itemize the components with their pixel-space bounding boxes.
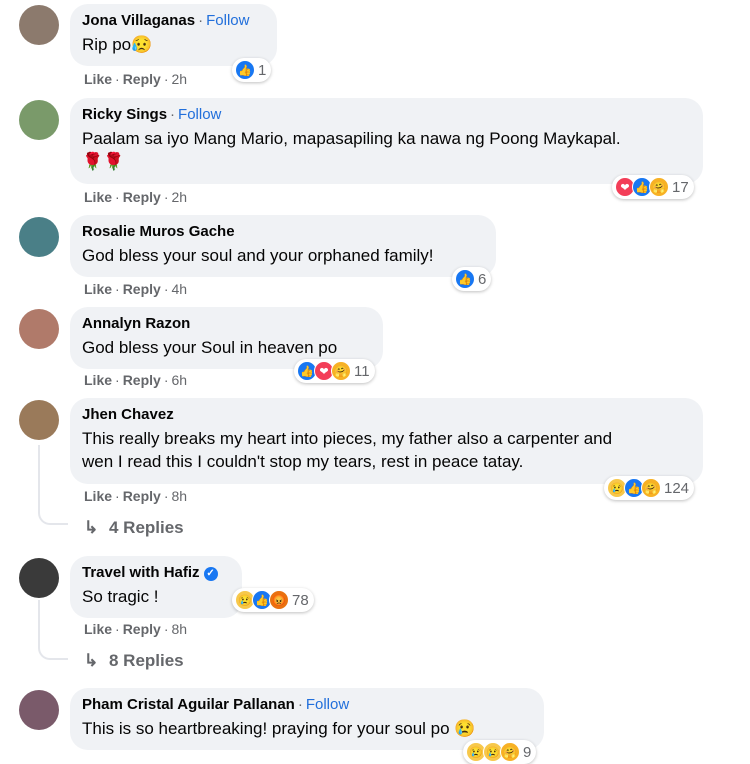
view-replies-link[interactable]: ↳ 4 Replies bbox=[84, 518, 184, 538]
avatar[interactable] bbox=[19, 690, 59, 730]
comment-text: Rip po😥 bbox=[82, 35, 153, 54]
like-link[interactable]: Like bbox=[84, 281, 112, 297]
comment-bubble: Jhen Chavez This really breaks my heart … bbox=[70, 398, 703, 484]
comment-text: This is so heartbreaking! praying for yo… bbox=[82, 719, 476, 738]
avatar[interactable] bbox=[19, 400, 59, 440]
follow-button[interactable]: Follow bbox=[178, 106, 221, 123]
thread-curve bbox=[38, 503, 68, 525]
verified-badge-icon: ✓ bbox=[203, 567, 218, 581]
reply-link[interactable]: Reply bbox=[123, 372, 161, 388]
follow-button[interactable]: Follow bbox=[206, 12, 249, 29]
author-name[interactable]: Ricky Sings bbox=[82, 106, 167, 123]
reply-arrow-icon: ↳ bbox=[84, 518, 99, 537]
care-reaction-icon: 🤗 bbox=[641, 478, 661, 498]
comment-text: So tragic ! bbox=[82, 587, 159, 606]
angry-reaction-icon: 😡 bbox=[269, 590, 289, 610]
care-reaction-icon: 🤗 bbox=[331, 361, 351, 381]
reply-link[interactable]: Reply bbox=[123, 621, 161, 637]
avatar[interactable] bbox=[19, 100, 59, 140]
thread-line bbox=[38, 600, 40, 640]
replies-count: 4 Replies bbox=[108, 518, 184, 537]
comment-bubble: Travel with Hafiz ✓ So tragic ! bbox=[70, 556, 242, 618]
timestamp[interactable]: 8h bbox=[171, 488, 187, 504]
avatar[interactable] bbox=[19, 217, 59, 257]
reaction-summary[interactable]: 👍 ❤ 🤗 11 bbox=[294, 359, 375, 383]
reply-arrow-icon: ↳ bbox=[84, 651, 99, 670]
comment-text: God bless your Soul in heaven po bbox=[82, 338, 338, 357]
reply-link[interactable]: Reply bbox=[123, 71, 161, 87]
replies-count: 8 Replies bbox=[108, 651, 184, 670]
comment-text: God bless your soul and your orphaned fa… bbox=[82, 246, 434, 265]
like-link[interactable]: Like bbox=[84, 71, 112, 87]
author-name[interactable]: Travel with Hafiz bbox=[82, 564, 200, 581]
comment-text-emoji: 🌹🌹 bbox=[82, 152, 125, 171]
comment-text: Paalam sa iyo Mang Mario, mapasapiling k… bbox=[82, 129, 621, 148]
like-link[interactable]: Like bbox=[84, 621, 112, 637]
reaction-count: 1 bbox=[258, 61, 267, 79]
view-replies-link[interactable]: ↳ 8 Replies bbox=[84, 651, 184, 671]
follow-button[interactable]: Follow bbox=[306, 696, 349, 713]
reaction-summary[interactable]: 👍 6 bbox=[452, 267, 492, 291]
comment-text: This really breaks my heart into pieces,… bbox=[82, 429, 613, 448]
reaction-count: 124 bbox=[664, 479, 690, 497]
reaction-count: 6 bbox=[478, 270, 487, 288]
author-name[interactable]: Pham Cristal Aguilar Pallanan bbox=[82, 696, 295, 713]
thread-line bbox=[38, 445, 40, 505]
like-link[interactable]: Like bbox=[84, 372, 112, 388]
like-link[interactable]: Like bbox=[84, 189, 112, 205]
avatar[interactable] bbox=[19, 309, 59, 349]
like-link[interactable]: Like bbox=[84, 488, 112, 504]
reply-link[interactable]: Reply bbox=[123, 488, 161, 504]
author-name[interactable]: Annalyn Razon bbox=[82, 315, 190, 332]
timestamp[interactable]: 2h bbox=[171, 189, 187, 205]
timestamp[interactable]: 4h bbox=[171, 281, 187, 297]
reaction-count: 78 bbox=[292, 591, 309, 609]
reply-link[interactable]: Reply bbox=[123, 189, 161, 205]
reply-link[interactable]: Reply bbox=[123, 281, 161, 297]
reaction-count: 17 bbox=[672, 178, 689, 196]
like-reaction-icon: 👍 bbox=[235, 60, 255, 80]
avatar[interactable] bbox=[19, 558, 59, 598]
reaction-count: 9 bbox=[523, 743, 532, 761]
reaction-count: 11 bbox=[354, 362, 370, 380]
comment-bubble: Rosalie Muros Gache God bless your soul … bbox=[70, 215, 496, 277]
care-reaction-icon: 🤗 bbox=[500, 742, 520, 762]
reaction-summary[interactable]: ❤ 👍 🤗 17 bbox=[612, 175, 694, 199]
comment-bubble: Ricky Sings · Follow Paalam sa iyo Mang Ma… bbox=[70, 98, 703, 184]
avatar[interactable] bbox=[19, 5, 59, 45]
comment-text-line2: wen I read this I couldn't stop my tears… bbox=[82, 452, 524, 471]
like-reaction-icon: 👍 bbox=[455, 269, 475, 289]
timestamp[interactable]: 8h bbox=[171, 621, 187, 637]
timestamp[interactable]: 2h bbox=[171, 71, 187, 87]
thread-curve bbox=[38, 638, 68, 660]
care-reaction-icon: 🤗 bbox=[649, 177, 669, 197]
timestamp[interactable]: 6h bbox=[171, 372, 187, 388]
author-name[interactable]: Jona Villaganas bbox=[82, 12, 195, 29]
comment-bubble: Jona Villaganas · Follow Rip po😥 bbox=[70, 4, 277, 66]
reaction-summary[interactable]: 😢 😢 🤗 9 bbox=[463, 740, 537, 764]
reaction-summary[interactable]: 👍 1 bbox=[232, 58, 272, 82]
reaction-summary[interactable]: 😢 👍 😡 78 bbox=[232, 588, 314, 612]
reaction-summary[interactable]: 😢 👍 🤗 124 bbox=[604, 476, 695, 500]
author-name[interactable]: Jhen Chavez bbox=[82, 406, 174, 423]
author-name[interactable]: Rosalie Muros Gache bbox=[82, 223, 235, 240]
